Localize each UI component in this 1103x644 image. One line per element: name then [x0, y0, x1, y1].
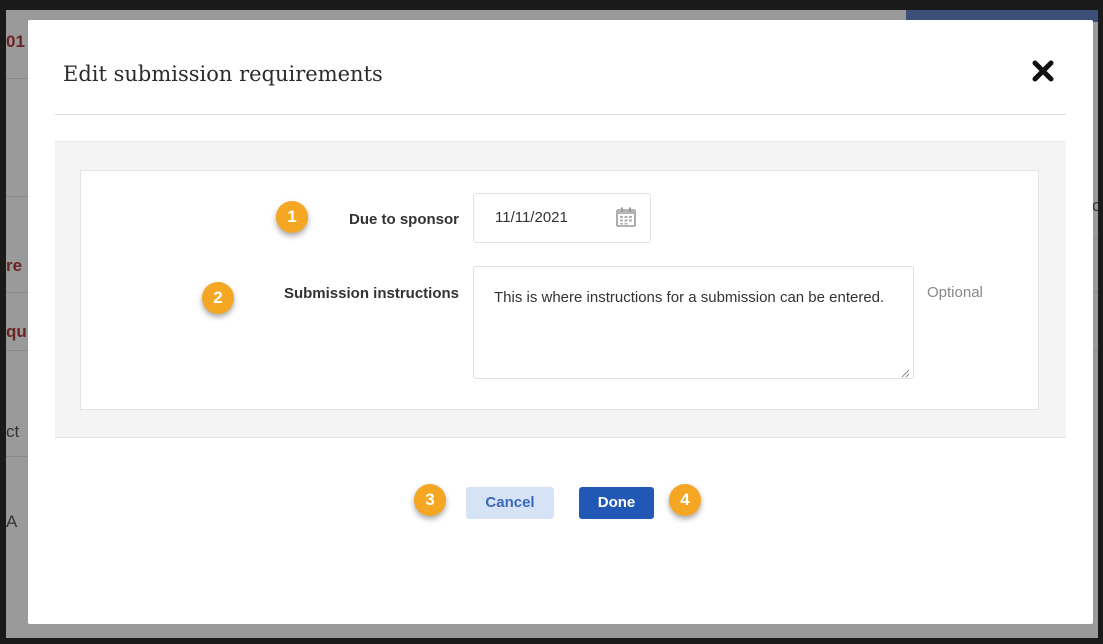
screenshot-frame: 01 re qu ct A o Edit submission requirem…	[0, 0, 1103, 644]
due-to-sponsor-label: Due to sponsor	[348, 211, 459, 228]
due-date-value: 11/11/2021	[495, 209, 568, 226]
resize-handle-icon[interactable]	[900, 365, 910, 378]
submission-instructions-label: Submission instructions	[283, 285, 459, 302]
form-section: Due to sponsor 11/11/2021 Submission ins…	[55, 141, 1066, 438]
edit-submission-modal: Edit submission requirements Due to spon…	[28, 20, 1093, 624]
modal-divider	[55, 114, 1066, 115]
form-card: Due to sponsor 11/11/2021 Submission ins…	[80, 170, 1039, 410]
submission-instructions-text: This is where instructions for a submiss…	[494, 289, 885, 306]
background-text-fragment: re	[6, 256, 23, 275]
callout-badge-2: 2	[202, 282, 234, 314]
calendar-icon[interactable]	[615, 206, 637, 228]
background-text-fragment: A	[6, 512, 18, 531]
submission-instructions-textarea[interactable]: This is where instructions for a submiss…	[473, 266, 914, 379]
close-icon[interactable]	[1030, 58, 1056, 84]
cancel-button[interactable]: Cancel	[466, 487, 554, 519]
callout-badge-4: 4	[669, 484, 701, 516]
done-button[interactable]: Done	[579, 487, 654, 519]
background-text-fragment: qu	[6, 322, 27, 341]
modal-title: Edit submission requirements	[63, 62, 383, 86]
callout-badge-1: 1	[276, 201, 308, 233]
callout-badge-3: 3	[414, 484, 446, 516]
due-to-sponsor-date-input[interactable]: 11/11/2021	[473, 193, 651, 243]
background-text-fragment: 01	[6, 32, 25, 51]
background-text-fragment: ct	[6, 422, 20, 441]
optional-hint: Optional	[927, 284, 983, 301]
